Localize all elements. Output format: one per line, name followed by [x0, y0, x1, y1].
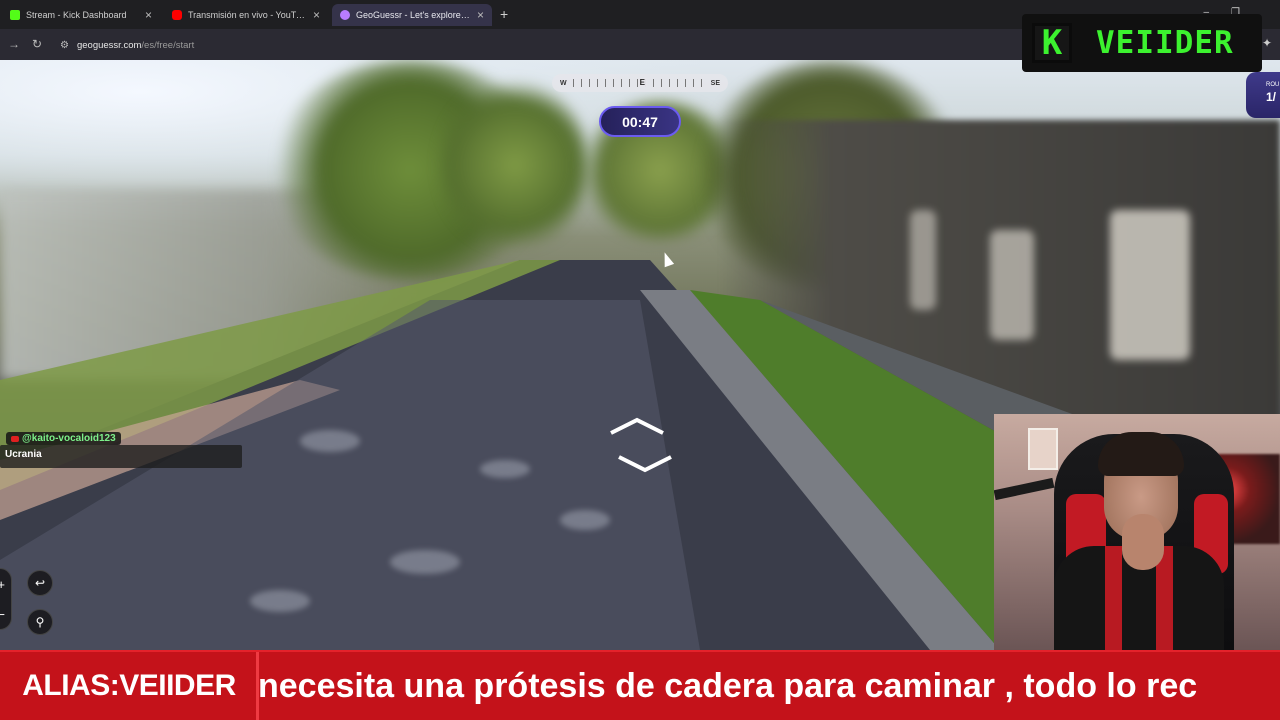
kick-logo-icon: K: [1032, 23, 1072, 63]
site-info-icon[interactable]: ⚙: [60, 40, 69, 51]
microphone-arm: [994, 477, 1055, 501]
round-value: 1/: [1266, 90, 1277, 104]
kick-favicon-icon: [10, 10, 20, 20]
compass-center-label: E: [637, 78, 647, 87]
geoguessr-favicon-icon: [340, 10, 350, 20]
url-field[interactable]: ⚙ geoguessr.com/es/free/start: [60, 36, 1000, 54]
chat-username: @kaito-vocaloid123: [6, 432, 121, 445]
youtube-icon: [11, 435, 19, 442]
compass-ticks: E: [572, 78, 705, 87]
chat-overlay: @kaito-vocaloid123 Ucrania: [0, 432, 242, 468]
tab-kick-dashboard[interactable]: Stream - Kick Dashboard ×: [2, 4, 160, 26]
compass-left-label: W: [560, 79, 567, 87]
streamer-logo: K VEIIDER: [1022, 14, 1262, 72]
wall-poster: [1028, 428, 1058, 470]
news-ticker: ALIAS:VEIIDER necesita una prótesis de c…: [0, 650, 1280, 720]
timer-value: 00:47: [622, 113, 658, 130]
logo-text: VEIIDER: [1096, 25, 1234, 61]
extensions-icon[interactable]: ✦: [1262, 36, 1280, 54]
zoom-in-icon[interactable]: +: [0, 577, 5, 592]
map-pin-icon: ⚲: [35, 615, 45, 629]
return-to-start-button[interactable]: ⚲: [27, 609, 53, 635]
light-patch: [300, 430, 360, 452]
youtube-favicon-icon: [172, 10, 182, 20]
move-forward-arrow-icon[interactable]: [609, 417, 665, 435]
streamer-hand: [1122, 514, 1164, 570]
light-patch: [390, 550, 460, 574]
ticker-scroll-text: necesita una prótesis de cadera para cam…: [258, 652, 1280, 720]
tab-title: Transmisión en vivo - YouTube: [188, 10, 307, 20]
forward-icon[interactable]: →: [8, 37, 20, 51]
close-tab-icon[interactable]: ×: [145, 9, 152, 21]
chat-username-text: @kaito-vocaloid123: [22, 433, 116, 444]
light-patch: [480, 460, 530, 478]
tree: [440, 80, 590, 250]
round-label: ROU: [1266, 82, 1280, 88]
ticker-alias: ALIAS:VEIIDER: [22, 669, 236, 702]
light-patch: [250, 590, 310, 612]
chat-message: Ucrania: [0, 445, 242, 468]
close-tab-icon[interactable]: ×: [313, 9, 320, 21]
movement-arrows: [605, 415, 685, 475]
round-timer: 00:47: [599, 106, 681, 137]
screen: Stream - Kick Dashboard × Transmisión en…: [0, 0, 1280, 720]
new-tab-icon[interactable]: +: [500, 6, 508, 22]
zoom-controls: + −: [0, 568, 12, 630]
webcam-feed: [994, 414, 1280, 650]
logo-k-letter: K: [1041, 23, 1063, 63]
tab-geoguessr[interactable]: GeoGuessr - Let's explore the w ×: [332, 4, 492, 26]
url-host: geoguessr.com: [76, 39, 142, 51]
close-tab-icon[interactable]: ×: [477, 9, 484, 21]
tab-title: GeoGuessr - Let's explore the w: [356, 10, 471, 20]
reload-icon[interactable]: ↻: [32, 37, 42, 51]
tab-youtube-live[interactable]: Transmisión en vivo - YouTube ×: [164, 4, 328, 26]
undo-arrow-icon: ↩: [34, 576, 46, 590]
undo-move-button[interactable]: ↩: [27, 570, 53, 596]
compass-right-label: SE: [710, 79, 720, 87]
zoom-out-icon[interactable]: −: [0, 607, 5, 622]
round-badge: ROU 1/: [1246, 72, 1280, 118]
ticker-message: necesita una prótesis de cadera para cam…: [258, 666, 1198, 705]
move-backward-arrow-icon[interactable]: [617, 455, 673, 473]
light-patch: [560, 510, 610, 530]
compass-bar: W E SE: [552, 74, 728, 92]
url-path: /es/free/start: [141, 39, 195, 51]
streamer-hair: [1098, 432, 1184, 476]
tab-title: Stream - Kick Dashboard: [26, 10, 127, 20]
chat-message-text: Ucrania: [5, 449, 42, 460]
